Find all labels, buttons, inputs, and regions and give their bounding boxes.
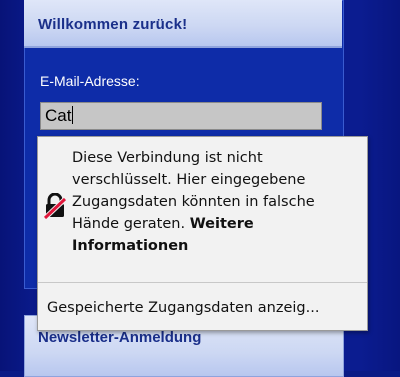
newsletter-title: Newsletter-Anmeldung xyxy=(38,329,202,346)
email-input-value: Cat xyxy=(45,106,72,125)
view-saved-logins-item[interactable]: Gespeicherte Zugangsdaten anzeig... xyxy=(47,300,319,316)
login-title: Willkommen zurück! xyxy=(38,16,188,33)
email-label: E-Mail-Adresse: xyxy=(40,73,140,89)
insecure-login-warning-popup: Diese Verbindung ist nicht verschlüsselt… xyxy=(37,136,368,331)
text-caret xyxy=(72,106,74,124)
insecure-warning-text: Diese Verbindung ist nicht verschlüsselt… xyxy=(72,147,362,257)
popup-divider xyxy=(38,282,367,283)
email-input[interactable]: Cat xyxy=(40,102,322,130)
insecure-lock-icon xyxy=(43,193,67,219)
